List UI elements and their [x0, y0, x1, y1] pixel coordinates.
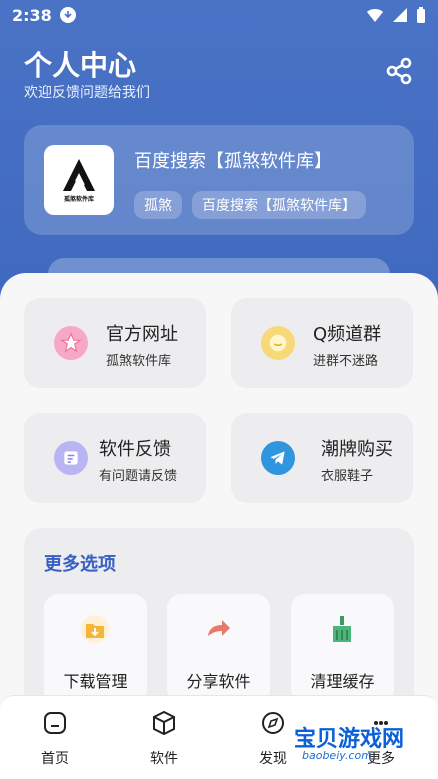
logo-icon	[63, 158, 95, 191]
nav-label: 软件	[150, 751, 178, 767]
share-arrow-icon	[208, 620, 230, 636]
star-icon	[54, 326, 88, 360]
profile-card[interactable]: 孤煞软件库 百度搜索【孤煞软件库】 孤煞 百度搜索【孤煞软件库】	[24, 125, 414, 235]
download-folder-icon	[81, 615, 109, 643]
signal-icon	[393, 8, 407, 22]
action-card-q-channel[interactable]: Q频道群 进群不迷路	[231, 298, 413, 388]
nav-software[interactable]: 软件	[129, 710, 199, 768]
page-title: 个人中心	[24, 49, 137, 82]
download-manager-button[interactable]: 下载管理	[44, 594, 147, 704]
nav-label: 更多	[367, 751, 395, 767]
more-icon	[374, 721, 388, 725]
more-item-label: 下载管理	[63, 672, 128, 691]
action-card-feedback[interactable]: 软件反馈 有问题请反馈	[24, 413, 206, 503]
broom-icon	[333, 616, 351, 642]
more-item-label: 清理缓存	[310, 672, 375, 691]
logo-text: 孤煞软件库	[63, 195, 94, 203]
nav-label: 发现	[259, 751, 287, 767]
wifi-icon	[367, 9, 383, 22]
action-card-brand-shop[interactable]: 潮牌购买 衣服鞋子	[231, 413, 413, 503]
action-title: 潮牌购买	[321, 439, 393, 460]
nav-label: 首页	[41, 751, 69, 767]
share-icon	[386, 57, 412, 85]
discover-icon	[262, 712, 284, 734]
chat-icon	[261, 326, 295, 360]
status-time: 2:38	[12, 5, 52, 25]
more-item-label: 分享软件	[186, 672, 251, 691]
feedback-icon	[54, 441, 88, 475]
status-bar: 2:38	[0, 0, 438, 30]
clear-cache-button[interactable]: 清理缓存	[291, 594, 394, 704]
bottom-navigation: 首页 软件 发现 更多	[0, 695, 438, 779]
avatar: 孤煞软件库	[44, 145, 114, 215]
cube-icon	[153, 710, 175, 736]
more-options-title: 更多选项	[44, 554, 116, 575]
nav-discover[interactable]: 发现	[238, 710, 308, 768]
battery-icon	[417, 7, 425, 23]
share-software-button[interactable]: 分享软件	[167, 594, 270, 704]
download-notification-icon	[59, 7, 76, 23]
status-icons	[366, 6, 426, 24]
action-subtitle: 孤煞软件库	[106, 354, 172, 369]
action-title: Q频道群	[313, 324, 382, 345]
action-subtitle: 进群不迷路	[313, 354, 379, 369]
action-subtitle: 衣服鞋子	[321, 469, 374, 484]
nav-more[interactable]: 更多	[346, 710, 416, 768]
share-button[interactable]	[384, 56, 414, 86]
home-icon	[44, 712, 66, 734]
profile-tag: 百度搜索【孤煞软件库】	[192, 191, 366, 219]
nav-home[interactable]: 首页	[20, 710, 90, 768]
action-card-official-site[interactable]: 官方网址 孤煞软件库	[24, 298, 206, 388]
action-subtitle: 有问题请反馈	[99, 469, 178, 484]
profile-name: 百度搜索【孤煞软件库】	[134, 151, 332, 172]
page-subtitle: 欢迎反馈问题给我们	[24, 85, 150, 101]
action-title: 官方网址	[106, 324, 178, 345]
profile-tag: 孤煞	[134, 191, 182, 219]
action-title: 软件反馈	[99, 439, 171, 460]
telegram-icon	[261, 441, 295, 475]
